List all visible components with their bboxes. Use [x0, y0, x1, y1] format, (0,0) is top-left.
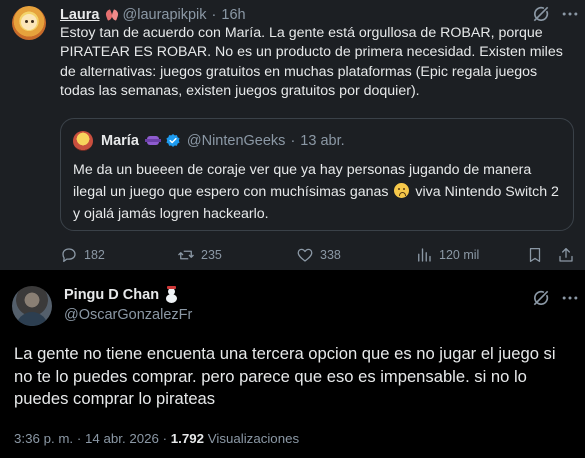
post-meta: 3:36 p. m. · 14 abr. 2026 · 1.792 Visual…	[14, 431, 299, 446]
reply-icon	[62, 248, 76, 263]
bookmark-icon	[529, 247, 541, 263]
avatar-shirt	[16, 312, 48, 326]
alien-emoji-icon	[144, 134, 161, 148]
avatar-eye	[31, 20, 34, 23]
author-handle[interactable]: @laurapikpik	[123, 7, 207, 23]
grok-icon[interactable]	[531, 288, 551, 308]
quoted-time: 13 abr.	[300, 133, 345, 149]
main-author-name[interactable]: Pingu D Chan	[64, 287, 159, 303]
share-button[interactable]	[557, 245, 581, 265]
bookmark-button[interactable]	[526, 245, 550, 265]
views-icon	[418, 248, 431, 262]
verified-icon	[166, 134, 180, 147]
post-actions: 182 235 338 120 mil	[60, 245, 575, 265]
main-author-row: Pingu D Chan	[64, 286, 178, 303]
avatar-pingu[interactable]	[12, 286, 52, 326]
avatar-maria	[73, 131, 93, 151]
quoted-author-handle: @NintenGeeks	[186, 133, 286, 149]
avatar-face	[21, 14, 37, 30]
worried-face-icon	[394, 183, 410, 198]
post-header: Laura @laurapikpik · 16h	[60, 6, 246, 24]
reply-button[interactable]: 182	[60, 245, 105, 265]
divider	[0, 270, 585, 274]
avatar-eye	[25, 20, 28, 23]
separator-dot: ·	[76, 431, 85, 446]
snowman-emoji-icon	[164, 286, 178, 303]
quoted-text: Me da un bueeen de coraje ver que ya hay…	[73, 159, 563, 225]
repost-icon	[178, 250, 194, 260]
like-icon	[297, 248, 313, 262]
more-icon[interactable]	[560, 4, 580, 24]
main-post-text: La gente no tiene encuenta una tercera o…	[14, 344, 556, 408]
author-name[interactable]: Laura	[60, 7, 100, 23]
views-count: 120 mil	[439, 248, 480, 262]
reply-count: 182	[84, 248, 105, 262]
quoted-header: María @NintenGeeks · 13 abr.	[73, 131, 345, 151]
post-text: Estoy tan de acuerdo con María. La gente…	[60, 25, 563, 99]
like-count: 338	[320, 248, 341, 262]
avatar-laura[interactable]	[12, 6, 46, 40]
separator-dot: ·	[211, 7, 217, 23]
separator-dot: ·	[162, 431, 171, 446]
repost-count: 235	[201, 248, 222, 262]
post-time[interactable]: 16h	[221, 7, 245, 23]
quoted-post[interactable]: María @NintenGeeks · 13 abr. Me da un bu…	[60, 118, 574, 231]
snowman-hat	[167, 286, 177, 289]
views-button[interactable]: 120 mil	[415, 245, 479, 265]
repost-button[interactable]: 235	[177, 245, 222, 265]
views-label: Visualizaciones	[207, 431, 300, 446]
views-count: 1.792	[170, 431, 205, 446]
ribbon-emoji-icon	[105, 8, 119, 22]
quoting-post[interactable]: Laura @laurapikpik · 16h Estoy tan de ac…	[0, 0, 585, 270]
like-button[interactable]: 338	[296, 245, 341, 265]
more-icon[interactable]	[560, 288, 580, 308]
post-time[interactable]: 3:36 p. m.	[14, 431, 73, 446]
main-author-handle[interactable]: @OscarGonzalezFr	[64, 307, 192, 323]
post-date[interactable]: 14 abr. 2026	[85, 431, 159, 446]
share-icon	[559, 247, 573, 262]
separator-dot: ·	[290, 133, 296, 149]
grok-icon[interactable]	[531, 4, 551, 24]
quoted-author-name: María	[101, 133, 139, 149]
